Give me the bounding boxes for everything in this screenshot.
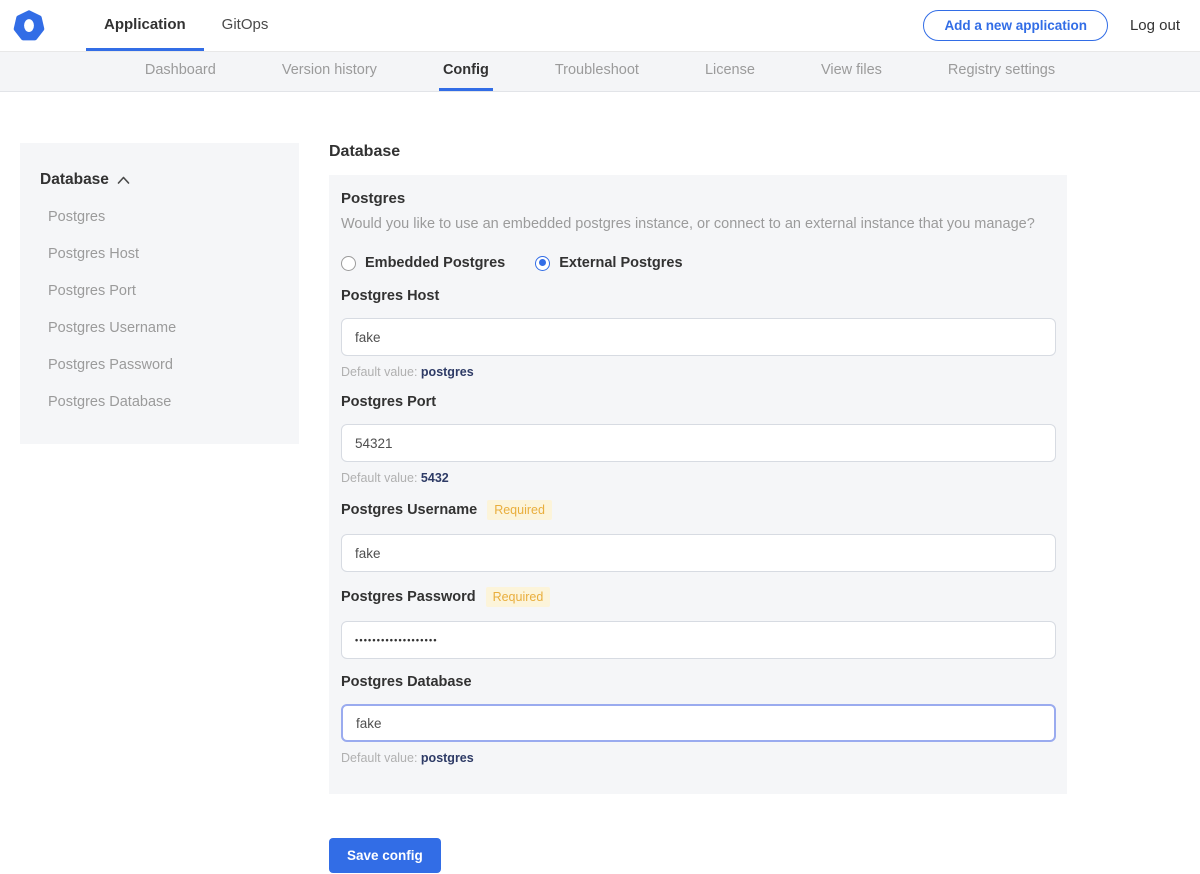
subnav-tab-version-history[interactable]: Version history [278, 52, 381, 91]
subnav-tab-troubleshoot[interactable]: Troubleshoot [551, 52, 643, 91]
top-header: Application GitOps Add a new application… [0, 0, 1200, 52]
default-value: postgres [421, 751, 474, 765]
subnav-tab-view-files[interactable]: View files [817, 52, 886, 91]
subnav-tab-license[interactable]: License [701, 52, 759, 91]
postgres-database-input[interactable] [341, 704, 1056, 742]
replicated-logo-icon [10, 7, 48, 45]
required-badge: Required [487, 500, 552, 520]
tab-gitops[interactable]: GitOps [204, 0, 287, 51]
field-postgres-port: Postgres Port Default value: 5432 [341, 394, 1055, 485]
radio-label: Embedded Postgres [365, 255, 505, 271]
radio-embedded-postgres[interactable]: Embedded Postgres [341, 255, 505, 271]
default-value-line: Default value: 5432 [341, 471, 1055, 485]
section-heading: Postgres [341, 190, 1055, 207]
replicated-logo[interactable] [10, 0, 48, 51]
postgres-port-input[interactable] [341, 424, 1056, 462]
app-subnav: Dashboard Version history Config Trouble… [0, 52, 1200, 92]
field-postgres-host: Postgres Host Default value: postgres [341, 288, 1055, 379]
top-tabs: Application GitOps [86, 0, 286, 51]
sidebar-group-label: Database [40, 171, 109, 189]
field-postgres-database: Postgres Database Default value: postgre… [341, 674, 1055, 765]
sidebar-item-postgres-username[interactable]: Postgres Username [40, 309, 279, 346]
config-content: Database Postgres Postgres Host Postgres… [0, 92, 1200, 873]
sidebar-group-database[interactable]: Database [40, 171, 279, 189]
section-help-text: Would you like to use an embedded postgr… [341, 216, 1055, 232]
subnav-tab-config[interactable]: Config [439, 52, 493, 91]
tab-application[interactable]: Application [86, 0, 204, 51]
config-sidebar: Database Postgres Postgres Host Postgres… [20, 143, 299, 444]
default-value: postgres [421, 365, 474, 379]
radio-label: External Postgres [559, 255, 682, 271]
radio-unselected-icon[interactable] [341, 256, 356, 271]
postgres-password-input[interactable] [341, 621, 1056, 659]
config-group-card: Postgres Would you like to use an embedd… [329, 175, 1067, 794]
sidebar-item-postgres[interactable]: Postgres [40, 198, 279, 235]
page-title: Database [329, 143, 1067, 161]
postgres-type-radio-group: Embedded Postgres External Postgres [341, 255, 1055, 271]
sidebar-item-postgres-port[interactable]: Postgres Port [40, 272, 279, 309]
field-label: Postgres Host [341, 288, 439, 304]
sidebar-item-postgres-password[interactable]: Postgres Password [40, 346, 279, 383]
default-value-line: Default value: postgres [341, 751, 1055, 765]
default-value-line: Default value: postgres [341, 365, 1055, 379]
subnav-tab-registry-settings[interactable]: Registry settings [944, 52, 1059, 91]
field-label: Postgres Database [341, 674, 472, 690]
logout-link[interactable]: Log out [1130, 17, 1180, 34]
radio-selected-icon[interactable] [535, 256, 550, 271]
field-label: Postgres Username [341, 502, 477, 518]
header-right: Add a new application Log out [923, 0, 1180, 51]
radio-external-postgres[interactable]: External Postgres [535, 255, 682, 271]
add-application-button[interactable]: Add a new application [923, 10, 1108, 41]
field-postgres-password: Postgres Password Required [341, 587, 1055, 659]
postgres-username-input[interactable] [341, 534, 1056, 572]
field-label: Postgres Port [341, 394, 436, 410]
required-badge: Required [486, 587, 551, 607]
config-main: Database Postgres Would you like to use … [329, 143, 1067, 873]
sidebar-item-postgres-database[interactable]: Postgres Database [40, 383, 279, 420]
postgres-host-input[interactable] [341, 318, 1056, 356]
sidebar-item-postgres-host[interactable]: Postgres Host [40, 235, 279, 272]
field-label: Postgres Password [341, 589, 476, 605]
subnav-tab-dashboard[interactable]: Dashboard [141, 52, 220, 91]
field-postgres-username: Postgres Username Required [341, 500, 1055, 572]
chevron-up-icon [117, 176, 130, 185]
default-value: 5432 [421, 471, 449, 485]
save-config-button[interactable]: Save config [329, 838, 441, 873]
